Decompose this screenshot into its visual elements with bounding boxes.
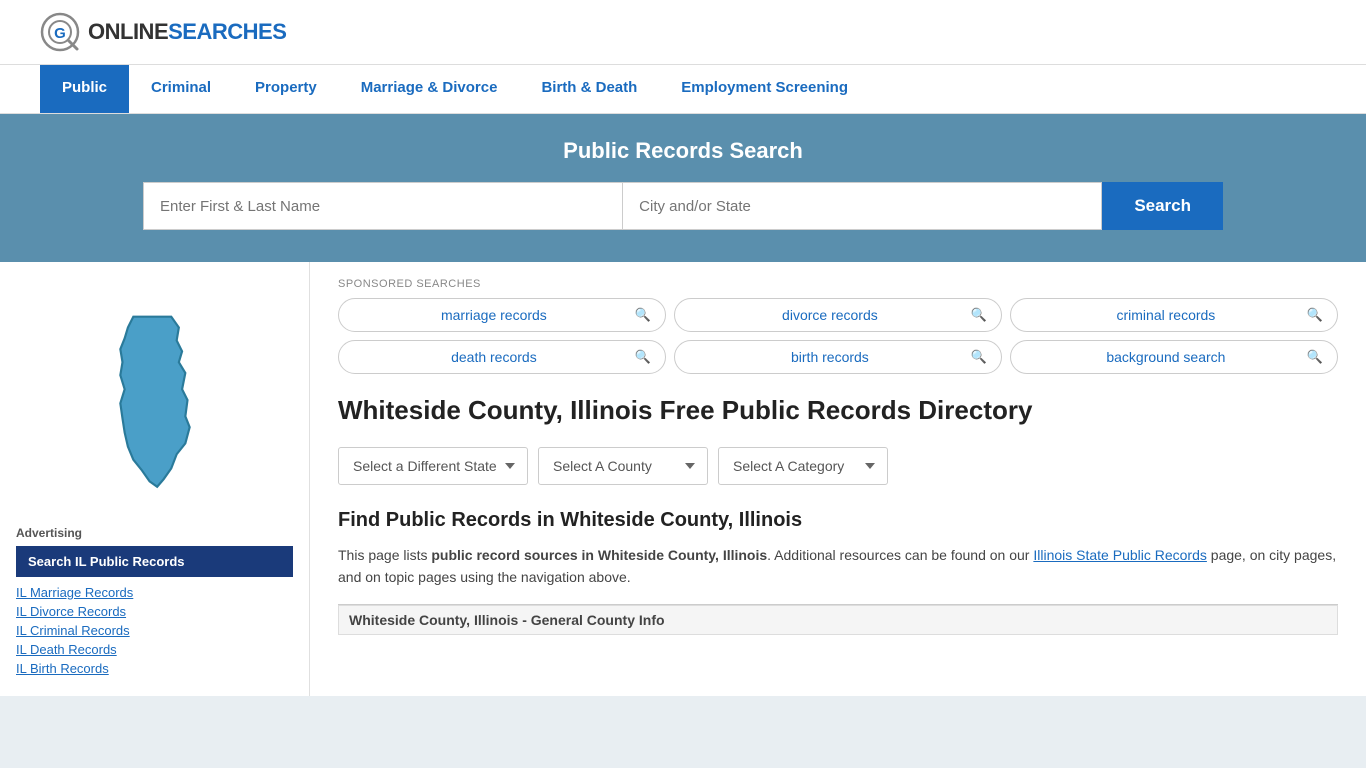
search-icon-divorce: 🔍 [971, 307, 987, 323]
sponsored-pill-background[interactable]: background search 🔍 [1010, 340, 1338, 374]
nav-item-employment[interactable]: Employment Screening [659, 65, 870, 113]
sidebar-search-button[interactable]: Search IL Public Records [16, 546, 293, 577]
pill-text-birth: birth records [689, 349, 971, 365]
content-area: SPONSORED SEARCHES marriage records 🔍 di… [310, 262, 1366, 696]
sponsored-pill-marriage[interactable]: marriage records 🔍 [338, 298, 666, 332]
search-icon-death: 🔍 [635, 349, 651, 365]
state-dropdown[interactable]: Select a Different State [338, 447, 528, 485]
sponsored-pill-criminal[interactable]: criminal records 🔍 [1010, 298, 1338, 332]
nav-item-public[interactable]: Public [40, 65, 129, 113]
hero-title: Public Records Search [40, 138, 1326, 164]
page-heading-container: Whiteside County, Illinois Free Public R… [338, 394, 1338, 427]
category-dropdown[interactable]: Select A Category [718, 447, 888, 485]
sponsored-pill-birth[interactable]: birth records 🔍 [674, 340, 1002, 374]
pill-text-marriage: marriage records [353, 307, 635, 323]
advertising-label: Advertising [16, 526, 293, 540]
svg-text:G: G [54, 25, 66, 42]
nav-item-marriage-divorce[interactable]: Marriage & Divorce [339, 65, 520, 113]
search-button[interactable]: Search [1102, 182, 1223, 230]
sponsored-pill-divorce[interactable]: divorce records 🔍 [674, 298, 1002, 332]
search-icon-marriage: 🔍 [635, 307, 651, 323]
logo-online: ONLINE [88, 19, 168, 45]
illinois-state-link[interactable]: Illinois State Public Records [1033, 547, 1207, 563]
pill-text-death: death records [353, 349, 635, 365]
left-sidebar: Advertising Search IL Public Records IL … [0, 262, 310, 696]
sidebar-advertising: Advertising Search IL Public Records IL … [16, 526, 293, 676]
nav-item-criminal[interactable]: Criminal [129, 65, 233, 113]
hero-section: Public Records Search Search [0, 114, 1366, 262]
sidebar-link-birth[interactable]: IL Birth Records [16, 661, 293, 676]
logo-area: G ONLINE SEARCHES [40, 12, 286, 52]
sponsored-grid: marriage records 🔍 divorce records 🔍 cri… [338, 298, 1338, 374]
name-input[interactable] [143, 182, 622, 230]
find-bold: public record sources in Whiteside Count… [431, 547, 767, 563]
find-title: Find Public Records in Whiteside County,… [338, 509, 1338, 532]
pill-text-criminal: criminal records [1025, 307, 1307, 323]
illinois-map [90, 308, 220, 506]
dropdown-row: Select a Different State Select A County… [338, 447, 1338, 485]
sidebar-link-marriage[interactable]: IL Marriage Records [16, 585, 293, 600]
logo-icon: G [40, 12, 80, 52]
search-bar: Search [143, 182, 1223, 230]
sidebar-link-criminal[interactable]: IL Criminal Records [16, 623, 293, 638]
pill-text-divorce: divorce records [689, 307, 971, 323]
logo-searches: SEARCHES [168, 19, 286, 45]
nav-item-birth-death[interactable]: Birth & Death [519, 65, 659, 113]
search-icon-birth: 🔍 [971, 349, 987, 365]
sidebar-link-divorce[interactable]: IL Divorce Records [16, 604, 293, 619]
search-icon-background: 🔍 [1307, 349, 1323, 365]
county-dropdown[interactable]: Select A County [538, 447, 708, 485]
header: G ONLINE SEARCHES [0, 0, 1366, 65]
nav-item-property[interactable]: Property [233, 65, 339, 113]
pill-text-background: background search [1025, 349, 1307, 365]
city-input[interactable] [622, 182, 1102, 230]
il-map-svg [90, 308, 220, 503]
search-icon-criminal: 🔍 [1307, 307, 1323, 323]
nav-bar: Public Criminal Property Marriage & Divo… [0, 65, 1366, 114]
sponsored-label: SPONSORED SEARCHES [338, 278, 1338, 290]
sponsored-pill-death[interactable]: death records 🔍 [338, 340, 666, 374]
logo-text: ONLINE SEARCHES [88, 19, 286, 45]
general-info-title: Whiteside County, Illinois - General Cou… [338, 605, 1338, 635]
find-description: This page lists public record sources in… [338, 544, 1338, 589]
main-content: Advertising Search IL Public Records IL … [0, 262, 1366, 696]
page-heading: Whiteside County, Illinois Free Public R… [338, 394, 1338, 427]
sidebar-link-death[interactable]: IL Death Records [16, 642, 293, 657]
